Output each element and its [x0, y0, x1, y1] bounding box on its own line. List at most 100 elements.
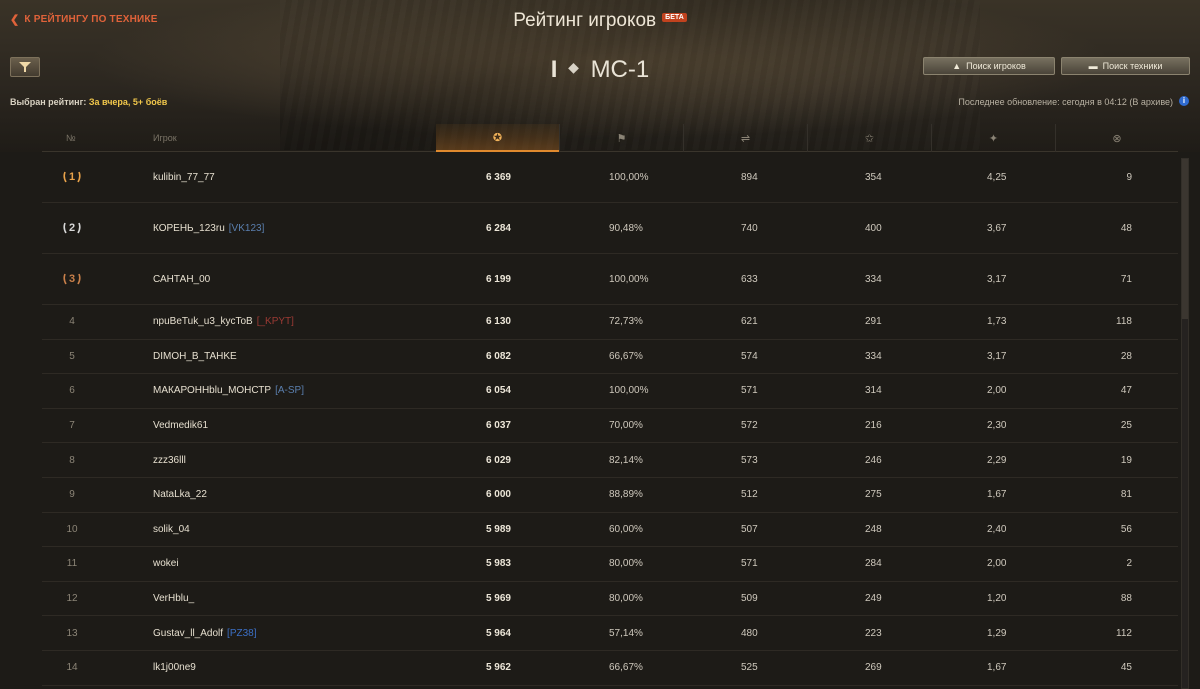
rank-cell: 14 — [66, 662, 78, 674]
player-name-cell[interactable]: КОРЕНЬ_123ru [VK123] — [153, 203, 433, 253]
avg-damage: 4,25 — [987, 171, 1007, 183]
player-name[interactable]: zzz36lll — [153, 455, 186, 466]
rank-cell: 11 — [66, 558, 78, 570]
battles-icon: ⇌ — [740, 132, 751, 145]
player-name[interactable]: VerHblu_ — [153, 593, 194, 604]
table-row[interactable]: 12 VerHblu_ 5 969 80,00% 509 249 1,20 88 — [42, 582, 1178, 617]
column-frags[interactable]: ⊗ — [1055, 124, 1178, 152]
rank-medal-icon: 1 — [63, 168, 81, 186]
player-name-cell[interactable]: VerHblu_ — [153, 582, 433, 616]
player-name-cell[interactable]: Vedmedik61 — [153, 409, 433, 443]
search-players-button[interactable]: ▲ Поиск игроков — [923, 57, 1055, 75]
wins-percent: 72,73% — [609, 316, 643, 328]
clan-tag[interactable]: [VK123] — [229, 223, 265, 234]
player-name-cell[interactable]: solik_04 — [153, 513, 433, 547]
battles-count: 571 — [741, 385, 758, 397]
rank-cell: 13 — [66, 627, 78, 639]
avg-experience: 354 — [865, 171, 882, 183]
tank-name: МС-1 — [590, 56, 650, 83]
column-wins[interactable]: ⚑ — [559, 124, 683, 152]
table-row[interactable]: 7 Vedmedik61 6 037 70,00% 572 216 2,30 25 — [42, 409, 1178, 444]
rating-table-body: 1 kulibin_77_77 6 369 100,00% 894 354 4,25 9 2 КО… — [42, 152, 1178, 686]
column-damage[interactable]: ✦ — [931, 124, 1055, 152]
filter-button[interactable] — [10, 57, 40, 77]
player-name[interactable]: КОРЕНЬ_123ru — [153, 223, 225, 234]
page-title: Рейтинг игроков — [513, 10, 657, 31]
player-name-cell[interactable]: Gustav_ll_Adolf [PZ38] — [153, 616, 433, 650]
clan-tag[interactable]: [A-SP] — [275, 385, 304, 396]
table-row[interactable]: 1 kulibin_77_77 6 369 100,00% 894 354 4,25 9 — [42, 152, 1178, 203]
wins-percent: 100,00% — [609, 273, 649, 285]
player-name-cell[interactable]: lk1j00ne9 — [153, 651, 433, 685]
rating-icon: ✪ — [492, 131, 503, 144]
player-name[interactable]: DIMOH_B_TAHKE — [153, 351, 237, 362]
column-battles[interactable]: ⇌ — [683, 124, 807, 152]
player-name-cell[interactable]: NataLka_22 — [153, 478, 433, 512]
battles-count: 571 — [741, 558, 758, 570]
wins-percent: 80,00% — [609, 593, 643, 605]
player-name[interactable]: САНТАН_00 — [153, 274, 210, 285]
search-tech-button[interactable]: ▬ Поиск техники — [1061, 57, 1190, 75]
player-name[interactable]: Vedmedik61 — [153, 420, 208, 431]
player-name-cell[interactable]: npuBeTuk_u3_kycToB [_KPYT] — [153, 305, 433, 339]
wins-percent: 57,14% — [609, 627, 643, 639]
avg-damage: 3,17 — [987, 273, 1007, 285]
player-name[interactable]: npuBeTuk_u3_kycToB — [153, 316, 253, 327]
wins-percent: 82,14% — [609, 454, 643, 466]
table-row[interactable]: 2 КОРЕНЬ_123ru [VK123] 6 284 90,48% 740 400 3,6… — [42, 203, 1178, 254]
scrollbar[interactable] — [1181, 158, 1189, 689]
table-row[interactable]: 11 wokei 5 983 80,00% 571 284 2,00 2 — [42, 547, 1178, 582]
table-row[interactable]: 3 САНТАН_00 6 199 100,00% 633 334 3,17 71 — [42, 254, 1178, 305]
table-row[interactable]: 8 zzz36lll 6 029 82,14% 573 246 2,29 19 — [42, 443, 1178, 478]
table-row[interactable]: 9 NataLka_22 6 000 88,89% 512 275 1,67 81 — [42, 478, 1178, 513]
avg-damage: 1,29 — [987, 627, 1007, 639]
avg-damage: 2,29 — [987, 454, 1007, 466]
player-name[interactable]: Gustav_ll_Adolf — [153, 628, 223, 639]
damage-icon: ✦ — [988, 132, 999, 145]
table-row[interactable]: 6 МАКАРОННblu_МОНСТР [A-SP] 6 054 100,00% 571… — [42, 374, 1178, 409]
table-row[interactable]: 4 npuBeTuk_u3_kycToB [_KPYT] 6 130 72,73% 621… — [42, 305, 1178, 340]
rank-cell: 4 — [69, 316, 75, 328]
avg-experience: 275 — [865, 489, 882, 501]
column-number[interactable]: № — [66, 124, 76, 152]
tank-icon: ▬ — [1088, 61, 1098, 71]
rating-value: 6 284 — [485, 222, 511, 234]
scrollbar-thumb[interactable] — [1182, 159, 1188, 319]
table-row[interactable]: 14 lk1j00ne9 5 962 66,67% 525 269 1,67 45 — [42, 651, 1178, 686]
table-header: № Игрок ✪ ⚑ ⇌ ✩ ✦ ⊗ — [42, 124, 1178, 152]
avg-experience: 334 — [865, 350, 882, 362]
clan-tag[interactable]: [PZ38] — [227, 628, 256, 639]
player-name[interactable]: solik_04 — [153, 524, 190, 535]
rating-value: 5 962 — [485, 662, 511, 674]
player-name[interactable]: wokei — [153, 558, 179, 569]
rank-cell: 3 — [42, 254, 102, 304]
table-row[interactable]: 5 DIMOH_B_TAHKE 6 082 66,67% 574 334 3,17 28 — [42, 340, 1178, 375]
player-name[interactable]: NataLka_22 — [153, 489, 207, 500]
player-name[interactable]: lk1j00ne9 — [153, 662, 196, 673]
player-name[interactable]: kulibin_77_77 — [153, 172, 215, 183]
player-name-cell[interactable]: kulibin_77_77 — [153, 152, 433, 202]
player-name-cell[interactable]: САНТАН_00 — [153, 254, 433, 304]
rank-medal-icon: 2 — [63, 219, 81, 237]
frags-count: 19 — [1120, 454, 1132, 466]
column-experience[interactable]: ✩ — [807, 124, 931, 152]
rating-value: 6 082 — [485, 350, 511, 362]
column-player[interactable]: Игрок — [153, 124, 177, 152]
player-name-cell[interactable]: DIMOH_B_TAHKE — [153, 340, 433, 374]
player-name-cell[interactable]: zzz36lll — [153, 443, 433, 477]
player-name[interactable]: МАКАРОННblu_МОНСТР — [153, 385, 271, 396]
frags-count: 47 — [1120, 385, 1132, 397]
player-name-cell[interactable]: МАКАРОННblu_МОНСТР [A-SP] — [153, 374, 433, 408]
selected-rating-value[interactable]: За вчера, 5+ боёв — [89, 97, 167, 107]
avg-damage: 1,67 — [987, 662, 1007, 674]
column-rating[interactable]: ✪ — [436, 124, 559, 152]
clan-tag[interactable]: [_KPYT] — [257, 316, 294, 327]
table-row[interactable]: 13 Gustav_ll_Adolf [PZ38] 5 964 57,14% 480 223… — [42, 616, 1178, 651]
info-icon[interactable]: i — [1179, 96, 1189, 106]
battles-count: 740 — [741, 222, 758, 234]
rank-cell: 2 — [42, 203, 102, 253]
wins-percent: 60,00% — [609, 523, 643, 535]
table-row[interactable]: 10 solik_04 5 989 60,00% 507 248 2,40 56 — [42, 513, 1178, 548]
player-name-cell[interactable]: wokei — [153, 547, 433, 581]
rating-value: 6 037 — [485, 420, 511, 432]
